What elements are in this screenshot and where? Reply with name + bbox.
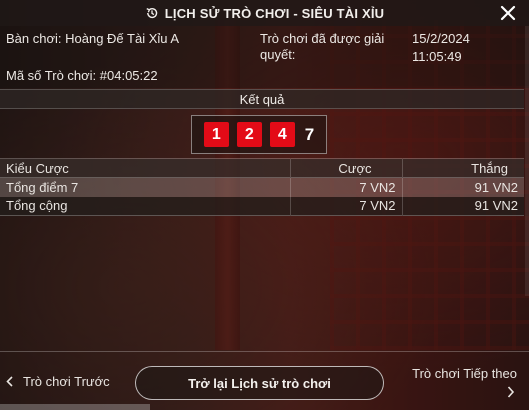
next-game-button[interactable]: Trò chơi Tiếp theo bbox=[397, 366, 517, 404]
table-name: Bàn chơi: Hoàng Đế Tài Xỉu A bbox=[6, 31, 180, 46]
bet-amount-cell: 7 VN2 bbox=[289, 196, 402, 216]
bet-type-cell: Tổng cộng bbox=[6, 198, 68, 214]
history-clock-icon bbox=[146, 7, 158, 19]
game-id: Mã số Trò chơi: #04:05:22 bbox=[6, 68, 158, 83]
next-game-label: Trò chơi Tiếp theo bbox=[412, 366, 517, 381]
bet-amount-cell: 7 VN2 bbox=[289, 177, 402, 197]
die-3: 4 bbox=[269, 122, 295, 147]
chevron-left-icon bbox=[6, 376, 13, 387]
dice-result: 1 2 4 7 bbox=[191, 115, 327, 154]
back-to-history-button[interactable]: Trở lại Lịch sử trò chơi bbox=[135, 366, 384, 400]
table-header-row: Kiểu Cược Cược Thắng bbox=[0, 158, 524, 178]
column-header-bet: Cược bbox=[289, 158, 402, 178]
die-1: 1 bbox=[203, 122, 229, 147]
table-row: Tổng điểm 7 7 VN2 91 VN2 bbox=[0, 177, 524, 197]
page-title: LỊCH SỬ TRÒ CHƠI - SIÊU TÀI XỈU bbox=[164, 5, 385, 21]
bottom-edge-strip bbox=[0, 404, 150, 410]
win-amount-cell: 91 VN2 bbox=[401, 196, 524, 216]
bet-table: Kiểu Cược Cược Thắng Tổng điểm 7 7 VN2 9… bbox=[0, 158, 524, 216]
result-heading: Kết quả bbox=[239, 91, 285, 107]
scrollbar[interactable] bbox=[525, 26, 529, 296]
title-group: LỊCH SỬ TRÒ CHƠI - SIÊU TÀI XỈU bbox=[145, 6, 384, 21]
die-2: 2 bbox=[236, 122, 262, 147]
settled-date: 15/2/2024 bbox=[412, 31, 470, 46]
footer-divider bbox=[0, 351, 529, 352]
result-header: Kết quả bbox=[0, 89, 524, 109]
settled-time: 11:05:49 bbox=[412, 49, 462, 64]
close-icon[interactable] bbox=[499, 4, 517, 22]
column-header-win: Thắng bbox=[401, 158, 524, 178]
bet-type-cell: Tổng điểm 7 bbox=[6, 179, 79, 195]
back-to-history-label: Trở lại Lịch sử trò chơi bbox=[188, 375, 331, 391]
previous-game-button[interactable]: Trò chơi Trước bbox=[6, 374, 110, 389]
title-bar: LỊCH SỬ TRÒ CHƠI - SIÊU TÀI XỈU bbox=[0, 0, 529, 26]
dice-total: 7 bbox=[304, 124, 315, 144]
game-history-panel: LỊCH SỬ TRÒ CHƠI - SIÊU TÀI XỈU Bàn chơi… bbox=[0, 0, 529, 410]
settled-label: Trò chơi đã được giải quyết: bbox=[260, 31, 385, 62]
chevron-right-icon bbox=[507, 386, 515, 398]
table-row-total: Tổng cộng 7 VN2 91 VN2 bbox=[0, 196, 524, 216]
previous-game-label: Trò chơi Trước bbox=[23, 374, 110, 389]
column-header-bet-type: Kiểu Cược bbox=[6, 160, 69, 176]
win-amount-cell: 91 VN2 bbox=[401, 177, 524, 197]
game-info: Bàn chơi: Hoàng Đế Tài Xỉu A Trò chơi đã… bbox=[0, 26, 529, 88]
